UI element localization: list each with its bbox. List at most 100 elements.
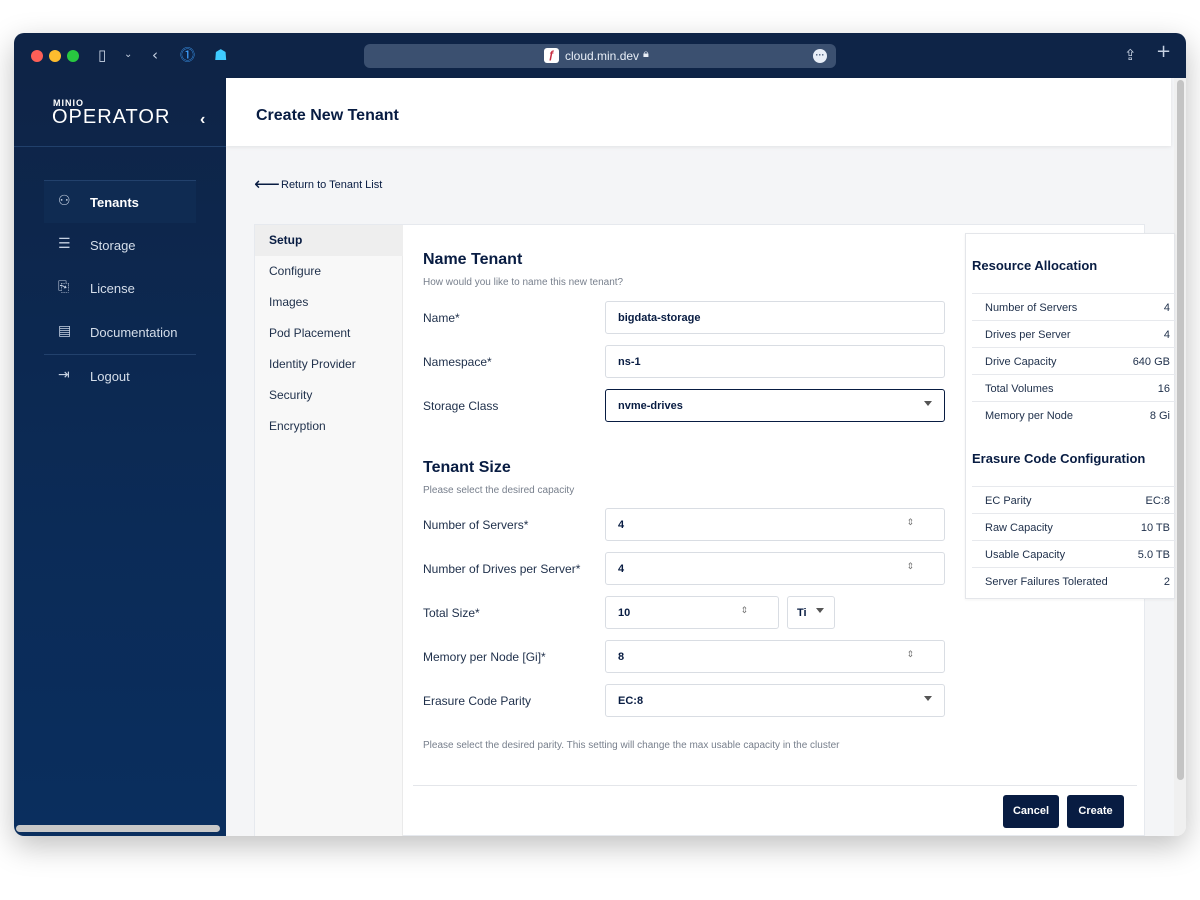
storage-class-select[interactable]: nvme-drives [605,389,945,422]
vertical-scrollbar[interactable] [1174,78,1186,836]
step-configure[interactable]: Configure [255,256,403,287]
sidebar: MINIO OPERATOR ‹ ⚇ Tenants ☰ Storage ⎘ L… [14,78,226,836]
total-size-label: Total Size* [423,606,480,620]
sidebar-item-tenants[interactable]: ⚇ Tenants [44,181,196,223]
sidebar-item-logout[interactable]: ⇥ Logout [44,355,196,397]
sidebar-item-storage[interactable]: ☰ Storage [44,224,196,266]
stepper-icon[interactable]: ⇕ [906,518,914,528]
step-images[interactable]: Images [255,287,403,318]
erasure-parity-label: Erasure Code Parity [423,694,532,708]
page-title: Create New Tenant [256,107,399,124]
sidebar-item-label: License [90,281,135,296]
caret-down-icon [816,608,824,613]
collapse-sidebar-icon[interactable]: ‹ [200,111,205,129]
sidebar-item-label: Storage [90,238,136,253]
storage-icon: ☰ [58,236,71,252]
horizontal-scrollbar[interactable] [16,825,220,832]
step-encryption[interactable]: Encryption [255,411,403,442]
tenant-size-title: Tenant Size [423,459,511,476]
sidebar-item-label: Tenants [90,195,139,210]
scrollbar-thumb[interactable] [1177,80,1184,780]
summary-row: Total Volumes 16 [972,374,1176,401]
size-unit-select[interactable]: Ti [787,596,835,629]
back-link-label: Return to Tenant List [281,179,383,191]
summary-row: EC Parity EC:8 [972,486,1176,513]
resource-summary-panel: Resource Allocation Number of Servers 4 … [965,233,1176,599]
browser-titlebar: ▯ ⌄ ‹ ⓵ ☗ ƒ cloud.min.dev 🔒︎ ··· ⇪ + [14,33,1186,78]
summary-value: 16 [1157,383,1170,395]
total-size-value: 10 [618,607,631,619]
summary-key: Usable Capacity [985,549,1066,561]
summary-row: Memory per Node 8 Gi [972,401,1176,428]
chevron-down-icon[interactable]: ⌄ [124,46,132,64]
sidebar-item-label: Logout [90,369,130,384]
back-icon[interactable]: ‹ [152,46,158,64]
step-setup[interactable]: Setup [255,225,403,256]
memory-input[interactable]: 8 ⇕ [605,640,945,673]
logout-icon: ⇥ [58,367,70,383]
size-unit-value: Ti [797,607,807,619]
servers-input[interactable]: 4 ⇕ [605,508,945,541]
summary-row: Drives per Server 4 [972,320,1176,347]
summary-value: 5.0 TB [1137,549,1170,561]
stepper-icon[interactable]: ⇕ [906,562,914,572]
summary-value: EC:8 [1145,495,1170,507]
summary-value: 4 [1163,302,1170,314]
create-button[interactable]: Create [1067,795,1124,828]
name-value: bigdata-storage [618,312,701,324]
summary-key: Total Volumes [985,383,1054,395]
summary-key: Server Failures Tolerated [985,576,1108,588]
new-tab-icon[interactable]: + [1156,43,1171,61]
sidebar-toggle-icon[interactable]: ▯ [98,46,106,64]
step-pod-placement[interactable]: Pod Placement [255,318,403,349]
arrow-left-icon: ⟵ [254,174,280,195]
documentation-icon: ▤ [58,323,72,339]
summary-row: Usable Capacity 5.0 TB [972,540,1176,567]
stepper-icon[interactable]: ⇕ [740,606,748,616]
summary-key: Raw Capacity [985,522,1053,534]
tenant-size-subtitle: Please select the desired capacity [423,485,575,496]
minimize-window-button[interactable] [49,50,61,62]
summary-key: Drive Capacity [985,356,1057,368]
name-label: Name* [423,311,460,325]
password-manager-icon[interactable]: ⓵ [180,46,195,64]
more-options-icon[interactable]: ··· [813,49,827,63]
zoom-window-button[interactable] [67,50,79,62]
summary-value: 2 [1163,576,1170,588]
summary-row: Server Failures Tolerated 2 [972,567,1176,594]
close-window-button[interactable] [31,50,43,62]
memory-value: 8 [618,651,625,663]
name-input[interactable]: bigdata-storage [605,301,945,334]
namespace-input[interactable]: ns-1 [605,345,945,378]
step-identity-provider[interactable]: Identity Provider [255,349,403,380]
sidebar-divider [14,146,226,147]
wizard-steps: Setup Configure Images Pod Placement Ide… [255,225,403,836]
sidebar-item-documentation[interactable]: ▤ Documentation [44,311,196,353]
page-header: Create New Tenant [226,78,1171,146]
caret-down-icon [924,401,932,406]
total-size-input[interactable]: 10 ⇕ [605,596,779,629]
address-bar[interactable]: ƒ cloud.min.dev 🔒︎ ··· [364,44,836,68]
summary-value: 8 Gi [1149,410,1170,422]
main-content: Create New Tenant ⟵ Return to Tenant Lis… [226,78,1186,836]
sidebar-item-license[interactable]: ⎘ License [44,267,196,309]
stepper-icon[interactable]: ⇕ [906,650,914,660]
step-security[interactable]: Security [255,380,403,411]
sidebar-item-label: Documentation [90,325,178,340]
servers-value: 4 [618,519,625,531]
summary-key: Number of Servers [985,302,1078,314]
erasure-parity-select[interactable]: EC:8 [605,684,945,717]
storage-class-label: Storage Class [423,399,499,413]
summary-row: Number of Servers 4 [972,293,1176,320]
cancel-button[interactable]: Cancel [1003,795,1059,828]
summary-key: Memory per Node [985,410,1074,422]
url-text: cloud.min.dev [565,49,640,63]
drives-input[interactable]: 4 ⇕ [605,552,945,585]
tenants-icon: ⚇ [58,193,71,209]
create-tenant-wizard: Setup Configure Images Pod Placement Ide… [254,224,1176,836]
share-icon[interactable]: ⇪ [1124,46,1137,64]
ghost-extension-icon[interactable]: ☗ [214,46,227,64]
erasure-config-title: Erasure Code Configuration [972,451,1146,466]
summary-value: 10 TB [1140,522,1170,534]
summary-value: 640 GB [1132,356,1170,368]
